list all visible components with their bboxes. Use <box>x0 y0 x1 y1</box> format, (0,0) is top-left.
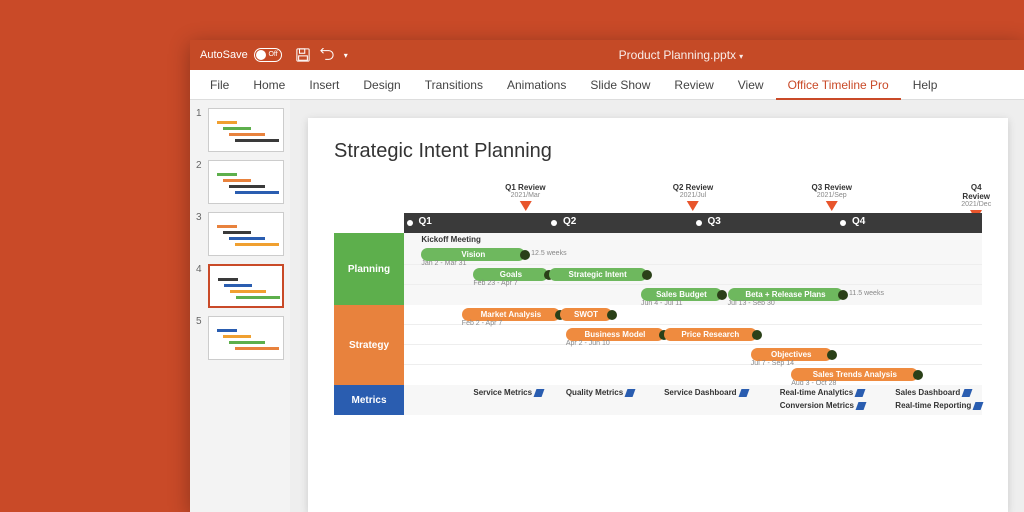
metric-item: Quality Metrics <box>566 388 634 397</box>
window-title: Product Planning.pptx▾ <box>348 48 1014 62</box>
thumbnail-preview[interactable] <box>208 316 284 360</box>
autosave-label: AutoSave <box>200 49 248 61</box>
quarter-dot <box>407 220 413 226</box>
metric-item: Conversion Metrics <box>780 401 865 410</box>
thumbnail-number: 3 <box>196 212 204 256</box>
current-slide[interactable]: Strategic Intent Planning Q1 Review2021/… <box>308 118 1008 512</box>
metric-item: Real-time Analytics <box>780 388 865 397</box>
milestone-icon <box>717 290 727 300</box>
undo-icon[interactable] <box>320 48 334 62</box>
review-marker: Q3 Review2021/Sep <box>811 183 851 211</box>
metric-item: Real-time Reporting <box>895 401 982 410</box>
milestone-icon <box>838 290 848 300</box>
gantt-row: Business ModelApr 2 - Jun 10Price Resear… <box>404 325 982 345</box>
gantt-bar[interactable]: Strategic Intent <box>549 268 647 281</box>
thumbnail-number: 1 <box>196 108 204 152</box>
ribbon-tab-design[interactable]: Design <box>351 70 412 100</box>
quarter-dot <box>840 220 846 226</box>
ribbon-tab-transitions[interactable]: Transitions <box>413 70 495 100</box>
milestone-icon <box>752 330 762 340</box>
swimlane-strategy: Strategy Market AnalysisFeb 2 - Apr 7SWO… <box>334 305 982 385</box>
quarter-dot <box>696 220 702 226</box>
ribbon-tab-office-timeline-pro[interactable]: Office Timeline Pro <box>776 70 901 100</box>
gantt-row: GoalsFeb 23 - Apr 7Strategic Intent <box>404 265 982 285</box>
lane-label-strategy: Strategy <box>334 305 404 385</box>
review-marker: Q2 Review2021/Jul <box>673 183 713 211</box>
titlebar: AutoSave Off ▾ Product Planning.pptx▾ <box>190 40 1024 70</box>
review-marker: Q1 Review2021/Mar <box>505 183 545 211</box>
save-icon[interactable] <box>296 48 310 62</box>
thumbnail-number: 2 <box>196 160 204 204</box>
thumbnail-number: 4 <box>196 264 204 308</box>
slide-thumbnails-panel: 1 2 3 4 5 <box>190 100 290 512</box>
gantt-bar[interactable]: Price Research <box>664 328 756 341</box>
milestone-icon <box>642 270 652 280</box>
lane-body-strategy: Market AnalysisFeb 2 - Apr 7SWOTBusiness… <box>404 305 982 385</box>
review-markers: Q1 Review2021/Mar Q2 Review2021/Jul Q3 Rev… <box>404 183 982 213</box>
powerpoint-window: AutoSave Off ▾ Product Planning.pptx▾ Fi… <box>190 40 1024 512</box>
quarter-bar: Q1 Q2 Q3 Q4 <box>404 213 982 233</box>
slide-thumbnail[interactable]: 1 <box>196 108 284 152</box>
slide-thumbnail[interactable]: 4 <box>196 264 284 308</box>
ribbon-tab-home[interactable]: Home <box>241 70 297 100</box>
slide-thumbnail[interactable]: 2 <box>196 160 284 204</box>
lane-label-planning: Planning <box>334 233 404 305</box>
slide-thumbnail[interactable]: 3 <box>196 212 284 256</box>
metric-item: Service Dashboard <box>664 388 747 397</box>
ribbon-tab-slide-show[interactable]: Slide Show <box>578 70 662 100</box>
workspace: 1 2 3 4 5 Strategic Intent Planning Q1 Revie… <box>190 100 1024 512</box>
quarter-dot <box>551 220 557 226</box>
thumbnail-number: 5 <box>196 316 204 360</box>
quarter-label: Q2 <box>563 216 576 227</box>
bar-duration: 11.5 weeks <box>849 290 884 297</box>
autosave-control[interactable]: AutoSave Off <box>200 48 282 62</box>
thumbnail-preview[interactable] <box>208 212 284 256</box>
milestone-icon <box>607 310 617 320</box>
bar-duration: 12.5 weeks <box>531 250 566 257</box>
metric-item: Sales Dashboard <box>895 388 971 397</box>
slide-editor-area[interactable]: Strategic Intent Planning Q1 Review2021/… <box>290 100 1024 512</box>
milestone-icon <box>520 250 530 260</box>
milestone-icon <box>827 350 837 360</box>
metric-item: Service Metrics <box>473 388 543 397</box>
gantt-row: Market AnalysisFeb 2 - Apr 7SWOT <box>404 305 982 325</box>
ribbon-tab-insert[interactable]: Insert <box>297 70 351 100</box>
slide-title: Strategic Intent Planning <box>334 140 982 163</box>
lane-body-planning: Kickoff MeetingVisionJan 2 - Mar 3112.5 … <box>404 233 982 305</box>
quarter-label: Q3 <box>707 216 720 227</box>
lane-label-metrics: Metrics <box>334 385 404 415</box>
quick-access-toolbar: ▾ <box>296 48 348 62</box>
ribbon-tab-help[interactable]: Help <box>901 70 950 100</box>
swimlane-planning: Planning Kickoff MeetingVisionJan 2 - Ma… <box>334 233 982 305</box>
ribbon-tab-view[interactable]: View <box>726 70 776 100</box>
gantt-row: VisionJan 2 - Mar 3112.5 weeks <box>404 245 982 265</box>
thumbnail-preview[interactable] <box>208 108 284 152</box>
ribbon-tab-file[interactable]: File <box>198 70 241 100</box>
slide-thumbnail[interactable]: 5 <box>196 316 284 360</box>
gantt-row: Sales BudgetJun 4 - Jul 11Beta + Release… <box>404 285 982 305</box>
autosave-toggle-icon[interactable]: Off <box>254 48 282 62</box>
chevron-down-icon[interactable]: ▾ <box>739 52 743 61</box>
gantt-bar[interactable]: SWOT <box>560 308 612 321</box>
thumbnail-preview[interactable] <box>208 160 284 204</box>
lane-body-metrics: Service Metrics Quality Metrics Service Da… <box>404 385 982 415</box>
gantt-row: ObjectivesJul 7 - Sep 14 <box>404 345 982 365</box>
gantt-row: Sales Trends AnalysisAug 3 - Oct 28 <box>404 365 982 385</box>
milestone-icon <box>913 370 923 380</box>
timeline-chart: Q1 Review2021/Mar Q2 Review2021/Jul Q3 Rev… <box>334 183 982 415</box>
quarter-label: Q1 <box>418 216 431 227</box>
kickoff-title: Kickoff Meeting <box>421 235 481 244</box>
ribbon-tab-animations[interactable]: Animations <box>495 70 578 100</box>
quarter-label: Q4 <box>852 216 865 227</box>
swimlane-metrics: Metrics Service MetricsQuality MetricsSe… <box>334 385 982 415</box>
ribbon-tabs: FileHomeInsertDesignTransitionsAnimation… <box>190 70 1024 100</box>
thumbnail-preview[interactable] <box>208 264 284 308</box>
ribbon-tab-review[interactable]: Review <box>662 70 725 100</box>
